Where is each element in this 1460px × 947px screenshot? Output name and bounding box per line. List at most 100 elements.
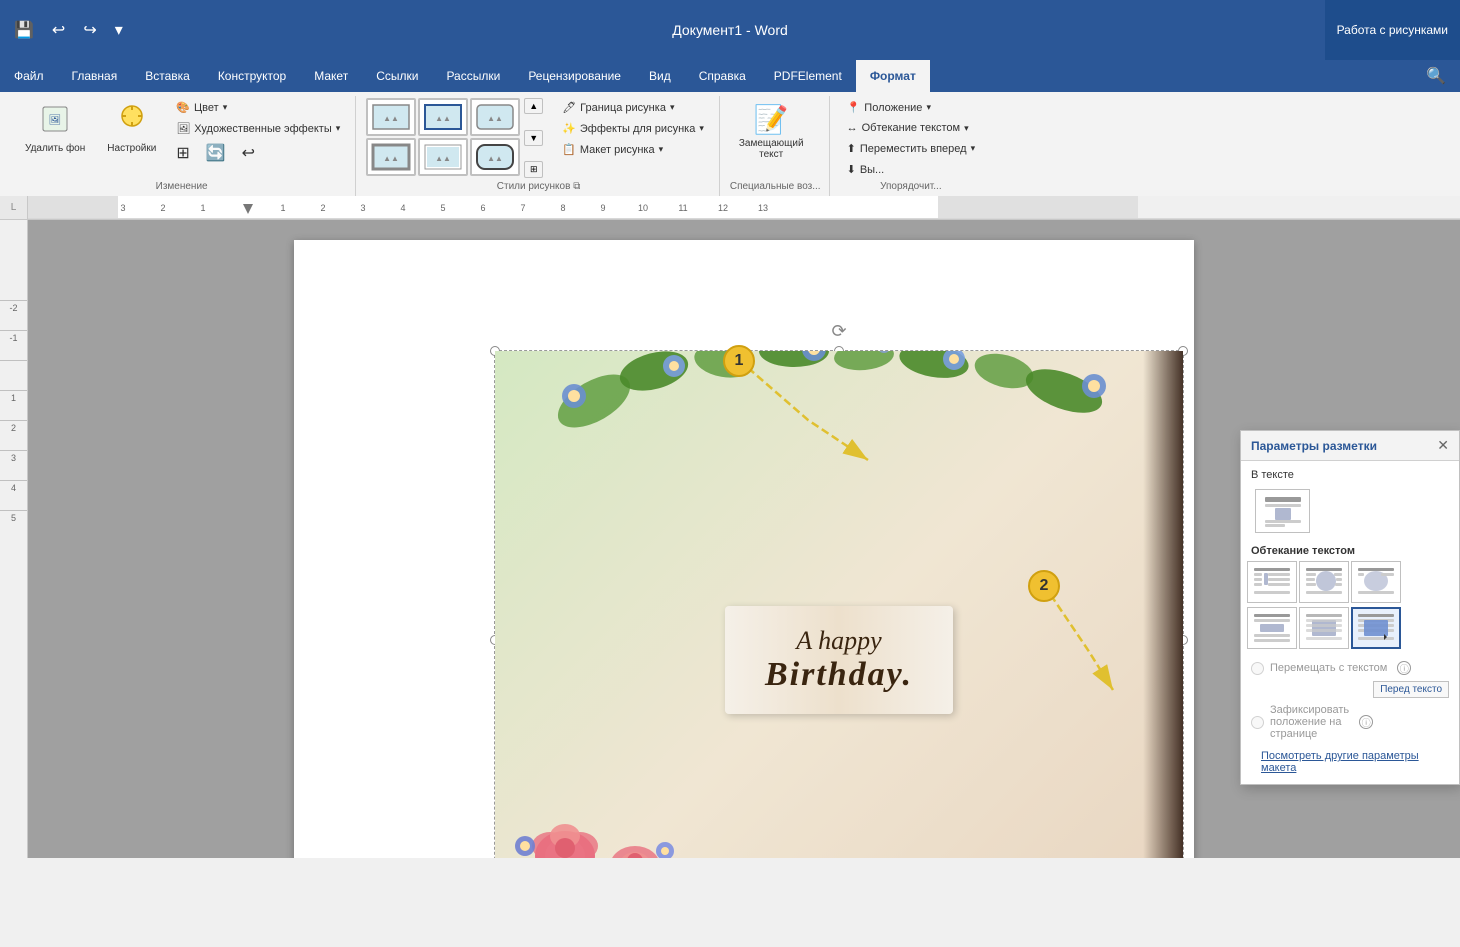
remove-bg-button[interactable]: 🖼 Удалить фон xyxy=(16,98,94,159)
artistic-effects-button[interactable]: 🖼 Художественные эффекты ▾ xyxy=(169,119,347,138)
alt-text-icon: 📝 xyxy=(754,103,789,136)
small-buttons-col: 🎨 Цвет ▾ 🖼 Художественные эффекты ▾ ⊞ 🔄 … xyxy=(169,98,347,166)
search-button[interactable]: 🔍 xyxy=(1412,60,1460,92)
tab-view[interactable]: Вид xyxy=(635,60,685,92)
selected-image-container[interactable]: ⟳ xyxy=(494,350,1184,858)
horizontal-ruler: L 3 2 1 1 2 3 4 5 6 7 8 9 10 11 xyxy=(0,196,1460,220)
group-picture-styles: ▲▲ ▲▲ ▲▲ ▲▲ ▲▲ ▲▲ xyxy=(358,96,720,196)
style-item-2[interactable]: ▲▲ xyxy=(418,98,468,136)
picture-tools-label: Работа с рисунками xyxy=(1325,0,1460,60)
tab-insert[interactable]: Вставка xyxy=(131,60,204,92)
gallery-scroll-controls: ▲ ▼ ⊞ xyxy=(524,98,543,178)
flowers-top xyxy=(495,351,1183,501)
ruler-scale: 3 2 1 1 2 3 4 5 6 7 8 9 10 11 12 13 xyxy=(28,196,1460,219)
svg-text:3: 3 xyxy=(120,203,125,213)
layout-panel: Параметры разметки ✕ В тексте Обтекание … xyxy=(1240,430,1460,785)
picture-effects-button[interactable]: ✨ Эффекты для рисунка ▾ xyxy=(555,119,711,138)
rotate-handle[interactable]: ⟳ xyxy=(831,321,846,342)
style-item-5[interactable]: ▲▲ xyxy=(418,138,468,176)
gallery-scroll-down[interactable]: ▼ xyxy=(524,130,543,146)
tab-references[interactable]: Ссылки xyxy=(362,60,432,92)
gallery-expand[interactable]: ⊞ xyxy=(524,161,543,178)
customize-qat-button[interactable]: ▾ xyxy=(109,16,129,44)
info-fix-icon[interactable]: ⓘ xyxy=(1359,715,1373,729)
info-move-icon[interactable]: ⓘ xyxy=(1397,661,1411,675)
wrap-square-icon[interactable] xyxy=(1247,561,1297,603)
position-display: Перед тексто xyxy=(1373,681,1449,698)
svg-text:1: 1 xyxy=(200,203,205,213)
svg-text:9: 9 xyxy=(600,203,605,213)
style-item-3[interactable]: ▲▲ xyxy=(470,98,520,136)
more-layout-options-link[interactable]: Посмотреть другие параметры макета xyxy=(1251,748,1449,776)
picture-border-button[interactable]: 🖊 Граница рисунка ▾ xyxy=(555,98,711,117)
callout-2: 2 xyxy=(1028,570,1060,602)
style-item-4[interactable]: ▲▲ xyxy=(366,138,416,176)
style-item-1[interactable]: ▲▲ xyxy=(366,98,416,136)
change-picture-button[interactable]: 🔄 xyxy=(199,140,233,166)
tab-design[interactable]: Конструктор xyxy=(204,60,300,92)
svg-text:8: 8 xyxy=(560,203,565,213)
in-text-icon[interactable] xyxy=(1255,489,1310,533)
svg-text:1: 1 xyxy=(280,203,285,213)
svg-text:11: 11 xyxy=(678,203,687,213)
tab-layout[interactable]: Макет xyxy=(300,60,362,92)
svg-text:13: 13 xyxy=(758,203,768,213)
group-accessibility: 📝 Замещающийтекст Специальные воз... xyxy=(722,96,830,196)
svg-text:2: 2 xyxy=(320,203,325,213)
ribbon-tab-bar: Файл Главная Вставка Конструктор Макет С… xyxy=(0,60,1460,92)
svg-text:▲▲: ▲▲ xyxy=(435,154,451,163)
corrections-button[interactable]: Настройки xyxy=(98,98,165,159)
tab-format[interactable]: Формат xyxy=(856,60,930,92)
section-in-text-label: В тексте xyxy=(1241,461,1459,485)
accessibility-content: 📝 Замещающийтекст xyxy=(730,98,813,179)
save-button[interactable]: 💾 xyxy=(8,16,40,44)
tab-review[interactable]: Рецензирование xyxy=(514,60,635,92)
bring-forward-button[interactable]: ⬆ Переместить вперед ▾ xyxy=(840,139,983,158)
wrap-tight-icon[interactable] xyxy=(1299,561,1349,603)
reset-picture-button[interactable]: ↩ xyxy=(235,140,262,166)
wrap-text-button[interactable]: ↔ Обтекание текстом ▾ xyxy=(840,119,983,137)
group-change: 🖼 Удалить фон Настройки xyxy=(8,96,356,196)
wrap-topbottom-icon[interactable] xyxy=(1247,607,1297,649)
wrap-infront-icon[interactable] xyxy=(1351,607,1401,649)
panel-header: Параметры разметки ✕ xyxy=(1241,431,1459,461)
group-change-content: 🖼 Удалить фон Настройки xyxy=(16,98,347,179)
tab-help[interactable]: Справка xyxy=(685,60,760,92)
card-text: A happy Birthday. xyxy=(765,626,913,694)
fix-position-radio[interactable] xyxy=(1251,716,1264,729)
group-arrange-label: Упорядочит... xyxy=(840,179,983,194)
style-item-6[interactable]: ▲▲ xyxy=(470,138,520,176)
group-arrange: 📍 Положение ▾ ↔ Обтекание текстом ▾ ⬆ Пе… xyxy=(832,96,991,196)
window-title: Документ1 - Word xyxy=(672,22,788,38)
move-with-text-label: Перемещать с текстом xyxy=(1270,662,1387,674)
tab-file[interactable]: Файл xyxy=(0,60,58,92)
radio-row-move-with-text: Перемещать с текстом ⓘ xyxy=(1241,657,1459,679)
gallery-scroll-up[interactable]: ▲ xyxy=(524,98,543,114)
svg-text:10: 10 xyxy=(638,203,648,213)
undo-button[interactable]: ↩ xyxy=(46,16,71,44)
svg-text:▲▲: ▲▲ xyxy=(383,154,399,163)
expand-styles-icon[interactable]: ⧉ xyxy=(573,181,580,192)
tab-home[interactable]: Главная xyxy=(58,60,132,92)
remove-bg-icon: 🖼 xyxy=(39,103,71,141)
picture-layout-button[interactable]: 📋 Макет рисунка ▾ xyxy=(555,140,711,159)
send-backward-button[interactable]: ⬇ Вы... xyxy=(840,160,983,179)
wrap-through-icon[interactable] xyxy=(1351,561,1401,603)
wrap-behind-icon[interactable] xyxy=(1299,607,1349,649)
quick-access-toolbar: 💾 ↩ ↪ ▾ xyxy=(8,16,129,44)
color-button[interactable]: 🎨 Цвет ▾ xyxy=(169,98,347,117)
svg-text:6: 6 xyxy=(480,203,485,213)
radio-row-fix-position: Зафиксироватьположение настранице ⓘ xyxy=(1241,700,1459,744)
panel-close-button[interactable]: ✕ xyxy=(1437,437,1449,454)
move-with-text-radio[interactable] xyxy=(1251,662,1264,675)
position-button[interactable]: 📍 Положение ▾ xyxy=(840,98,983,117)
fix-position-label: Зафиксироватьположение настранице xyxy=(1270,704,1349,740)
tab-pdfelement[interactable]: PDFElement xyxy=(760,60,856,92)
redo-button[interactable]: ↪ xyxy=(77,16,102,44)
birthday-card-image: A happy Birthday. xyxy=(495,351,1183,858)
ruler-corner-icon: L xyxy=(11,202,17,213)
compress-pictures-button[interactable]: ⊞ xyxy=(169,140,196,166)
panel-title: Параметры разметки xyxy=(1251,439,1377,453)
tab-mailings[interactable]: Рассылки xyxy=(432,60,514,92)
alt-text-button[interactable]: 📝 Замещающийтекст xyxy=(730,98,813,165)
